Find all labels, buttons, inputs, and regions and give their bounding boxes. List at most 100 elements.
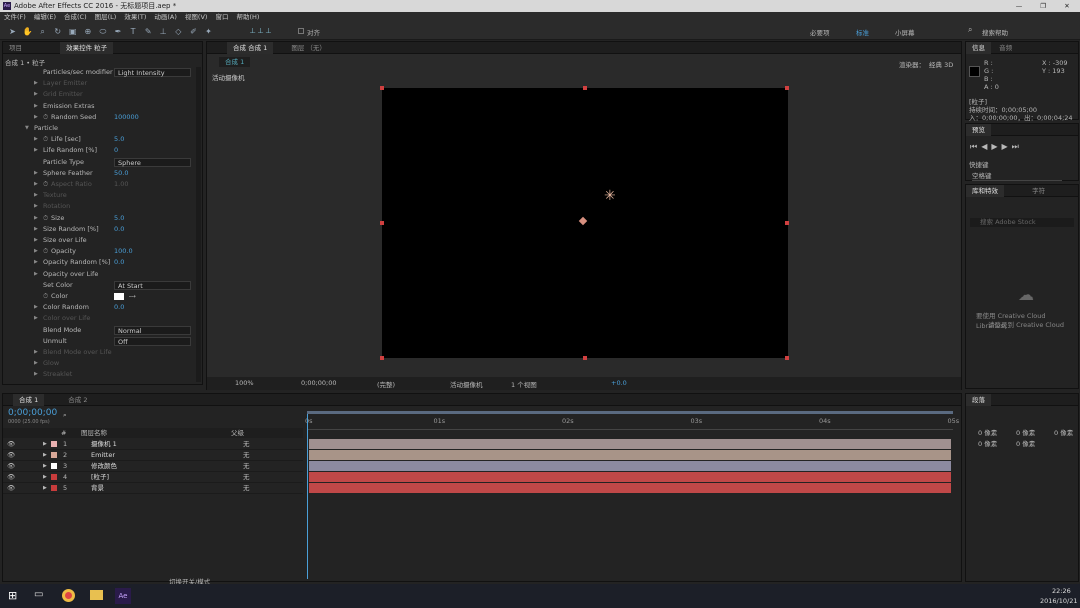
- expand-arrow-icon[interactable]: ▶: [34, 145, 38, 156]
- effect-property-row[interactable]: Blend Mode Normal: [3, 325, 195, 336]
- tab-comp-2[interactable]: 合成 2: [62, 394, 93, 406]
- workspace-small-screen[interactable]: 小屏幕: [895, 27, 915, 37]
- expand-arrow-icon[interactable]: ▶: [43, 483, 47, 494]
- zoom-tool-icon[interactable]: ⌕: [37, 26, 48, 37]
- renderer-value[interactable]: 经典 3D: [929, 59, 953, 69]
- property-dropdown[interactable]: Sphere: [114, 157, 191, 167]
- stopwatch-icon[interactable]: ⏱: [43, 291, 48, 302]
- layer-label-color[interactable]: [51, 463, 57, 469]
- timeline-search-icon[interactable]: ⌕: [63, 411, 67, 420]
- expand-arrow-icon[interactable]: ▶: [34, 302, 38, 313]
- effect-property-row[interactable]: ▶ Texture: [3, 190, 195, 201]
- property-value[interactable]: 50.0: [114, 168, 128, 179]
- rotate-tool-icon[interactable]: ↻: [52, 26, 63, 37]
- layer-parent[interactable]: 无: [243, 461, 250, 472]
- layer-duration-bar[interactable]: [309, 461, 951, 471]
- visibility-eye-icon[interactable]: 👁: [7, 461, 15, 472]
- last-frame-icon[interactable]: ⏭: [1012, 142, 1023, 151]
- resolution-dropdown[interactable]: (完整): [377, 379, 395, 389]
- property-dropdown[interactable]: Normal: [114, 325, 191, 335]
- layer-parent[interactable]: 无: [243, 450, 250, 461]
- zoom-level[interactable]: 100%: [235, 379, 254, 387]
- stopwatch-icon[interactable]: ⏱: [43, 179, 48, 190]
- menu-item[interactable]: 窗口: [211, 12, 232, 23]
- tab-comp-1[interactable]: 合成 1: [13, 394, 45, 406]
- expand-arrow-icon[interactable]: ▶: [34, 313, 38, 324]
- eraser-tool-icon[interactable]: ◇: [173, 26, 184, 37]
- expand-arrow-icon[interactable]: ▶: [34, 347, 38, 358]
- corner-handle[interactable]: [785, 86, 789, 90]
- layer-row[interactable]: 👁 ▶ 5 背景 无: [3, 483, 303, 494]
- view-dropdown[interactable]: 活动摄像机: [450, 379, 483, 389]
- after-effects-taskbar-icon[interactable]: Ae: [115, 588, 131, 604]
- stopwatch-icon[interactable]: ⏱: [43, 112, 48, 123]
- paragraph-field[interactable]: 0 像素: [978, 438, 997, 448]
- task-view-icon[interactable]: ▭: [34, 589, 43, 600]
- layer-duration-bar[interactable]: [309, 472, 951, 482]
- visibility-eye-icon[interactable]: 👁: [7, 472, 15, 483]
- camera-tool-icon[interactable]: ▣: [67, 26, 78, 37]
- eyedropper-icon[interactable]: ⤏: [129, 291, 136, 302]
- property-value[interactable]: 5.0: [114, 213, 124, 224]
- stopwatch-icon[interactable]: ⏱: [43, 213, 48, 224]
- menu-item[interactable]: 图层(L): [91, 12, 121, 23]
- effect-property-row[interactable]: ▶ Emission Extras: [3, 101, 195, 112]
- layer-duration-bar[interactable]: [309, 439, 951, 449]
- expand-arrow-icon[interactable]: ▶: [43, 450, 47, 461]
- roto-brush-tool-icon[interactable]: ✐: [188, 26, 199, 37]
- corner-handle[interactable]: [785, 356, 789, 360]
- effect-property-row[interactable]: Particles/sec modifier Light Intensity: [3, 67, 195, 78]
- effect-property-row[interactable]: Unmult Off: [3, 336, 195, 347]
- search-help-input[interactable]: 搜索帮助: [982, 27, 1008, 37]
- corner-handle[interactable]: [583, 356, 587, 360]
- corner-handle[interactable]: [380, 356, 384, 360]
- effect-property-row[interactable]: ▶ ⏱ Size 5.0: [3, 213, 195, 224]
- stock-search-input[interactable]: 搜索 Adobe Stock: [970, 218, 1074, 227]
- tab-composition[interactable]: 合成 合成 1: [227, 42, 274, 54]
- menu-item[interactable]: 合成(C): [60, 12, 91, 23]
- composition-canvas[interactable]: ✳: [380, 86, 789, 360]
- tab-audio[interactable]: 音频: [993, 42, 1018, 54]
- effect-property-row[interactable]: ▶ Rotation: [3, 201, 195, 212]
- expand-arrow-icon[interactable]: ▶: [34, 101, 38, 112]
- tab-effect-controls[interactable]: 效果控件 粒子: [60, 42, 114, 54]
- layer-label-color[interactable]: [51, 452, 57, 458]
- shape-tool-icon[interactable]: ⬭: [97, 26, 108, 37]
- expand-arrow-icon[interactable]: ▶: [43, 472, 47, 483]
- effect-property-row[interactable]: Set Color At Start: [3, 280, 195, 291]
- effect-property-row[interactable]: ▶ Blend Mode over Life: [3, 347, 195, 358]
- expand-arrow-icon[interactable]: ▶: [34, 269, 38, 280]
- axis-local-icon[interactable]: ⟂ ⟂ ⟂: [250, 26, 271, 36]
- workspace-essentials[interactable]: 必要项: [810, 27, 830, 37]
- expand-arrow-icon[interactable]: ▶: [43, 461, 47, 472]
- hand-tool-icon[interactable]: ✋: [22, 26, 33, 37]
- layer-label-color[interactable]: [51, 441, 57, 447]
- effect-property-row[interactable]: ▶ ⏱ Aspect Ratio 1.00: [3, 179, 195, 190]
- menu-item[interactable]: 视图(V): [181, 12, 212, 23]
- stopwatch-icon[interactable]: ⏱: [43, 246, 48, 257]
- minimize-icon[interactable]: —: [1012, 0, 1026, 12]
- tab-character[interactable]: 字符: [1026, 185, 1051, 197]
- visibility-eye-icon[interactable]: 👁: [7, 483, 15, 494]
- layer-row[interactable]: 👁 ▶ 2 Emitter 无: [3, 450, 303, 461]
- layer-label-color[interactable]: [51, 474, 57, 480]
- layer-name[interactable]: 背景: [91, 483, 104, 494]
- composition-subtab[interactable]: 合成 1: [219, 57, 251, 67]
- timeline-timecode[interactable]: 0;00;00;00: [8, 408, 57, 418]
- layer-name[interactable]: Emitter: [91, 450, 115, 461]
- property-dropdown[interactable]: Light Intensity: [114, 68, 191, 77]
- current-time[interactable]: 0;00;00;00: [301, 379, 337, 387]
- property-value[interactable]: 0.0: [114, 224, 124, 235]
- effect-property-row[interactable]: ▶ Glow: [3, 358, 195, 369]
- menu-item[interactable]: 帮助(H): [232, 12, 263, 23]
- property-value[interactable]: 0.0: [114, 302, 124, 313]
- selection-tool-icon[interactable]: ➤: [7, 26, 18, 37]
- effect-property-row[interactable]: ▶ Grid Emitter: [3, 89, 195, 100]
- tab-layer[interactable]: 图层 （无）: [285, 42, 332, 54]
- views-count-dropdown[interactable]: 1 个视图: [511, 379, 537, 389]
- layer-name[interactable]: 修改颜色: [91, 461, 117, 472]
- expand-arrow-icon[interactable]: ▶: [34, 179, 38, 190]
- effect-property-row[interactable]: ▶ Color Random 0.0: [3, 302, 195, 313]
- effect-property-row[interactable]: ▶ Opacity Random [%] 0.0: [3, 257, 195, 268]
- color-swatch[interactable]: [114, 293, 124, 300]
